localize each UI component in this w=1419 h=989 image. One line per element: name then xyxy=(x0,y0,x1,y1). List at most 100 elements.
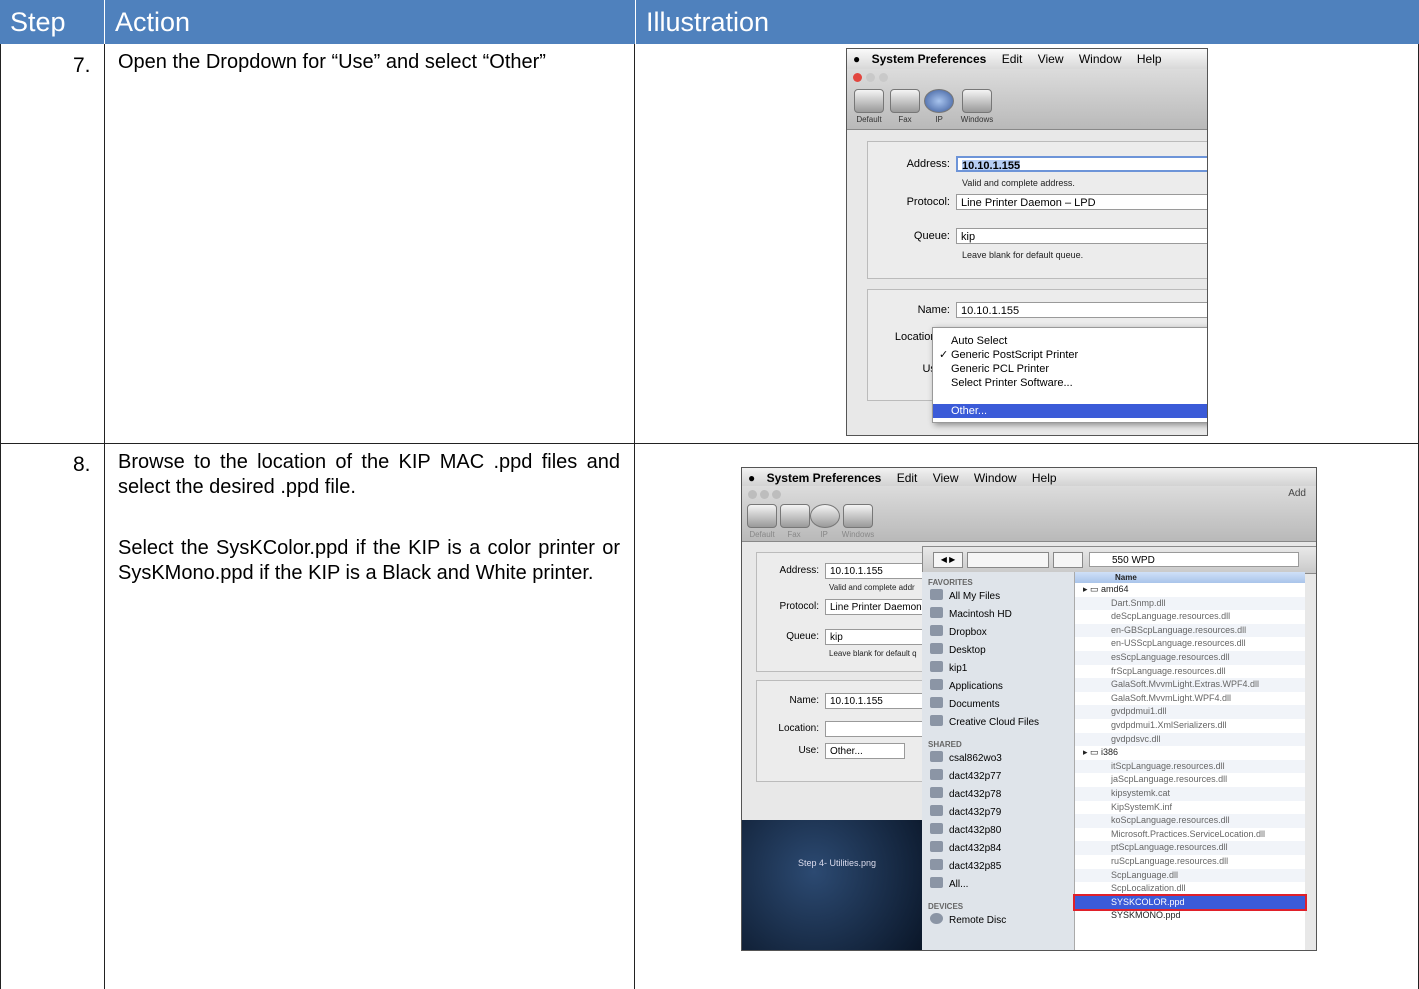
sidebar-shared-item[interactable]: dact432p79 xyxy=(930,804,1001,822)
view-mode-buttons[interactable] xyxy=(967,552,1049,568)
menubar-app-name: System Preferences xyxy=(871,52,987,66)
sidebar-all-my-files[interactable]: All My Files xyxy=(930,588,1000,606)
sidebar-shared-item[interactable]: dact432p77 xyxy=(930,768,1001,786)
header-illustration: Illustration xyxy=(636,0,1419,44)
toolbar-default[interactable]: Default xyxy=(746,504,778,539)
sidebar-label: csal862wo3 xyxy=(949,753,1002,764)
file-list-item[interactable]: koScpLanguage.resources.dll xyxy=(1075,814,1305,828)
file-list-item[interactable]: gvdpdmui1.XmlSerializers.dll xyxy=(1075,719,1305,733)
arrange-button[interactable] xyxy=(1053,552,1083,568)
finder-toolbar: ◀ ▶ 550 WPD xyxy=(922,546,1316,574)
file-list-item[interactable]: ruScpLanguage.resources.dll xyxy=(1075,855,1305,869)
toolbar-windows-label: Windows xyxy=(841,530,875,539)
sidebar-kip1[interactable]: kip1 xyxy=(930,660,967,678)
menu-view[interactable]: View xyxy=(933,471,959,485)
use-dropdown[interactable]: Other... xyxy=(825,743,905,759)
menu-item-generic-postscript[interactable]: ✓ Generic PostScript Printer xyxy=(933,348,1207,362)
file-list-item[interactable]: frScpLanguage.resources.dll xyxy=(1075,665,1305,679)
file-list-item[interactable]: esScpLanguage.resources.dll xyxy=(1075,651,1305,665)
toolbar-default[interactable]: Default xyxy=(851,89,887,124)
window-toolbar-2: Add Default Fax IP Windows xyxy=(742,486,1316,542)
sidebar-shared-all[interactable]: All... xyxy=(930,876,968,894)
sidebar-shared-item[interactable]: dact432p78 xyxy=(930,786,1001,804)
sidebar-shared-item[interactable]: csal862wo3 xyxy=(930,750,1002,768)
toolbar-ip-label: IP xyxy=(820,530,828,539)
file-list-item[interactable]: ▸ ▭ i386 xyxy=(1075,746,1305,760)
zoom-window-button[interactable] xyxy=(772,490,781,499)
toolbar-windows[interactable]: Windows xyxy=(840,504,876,539)
menu-window[interactable]: Window xyxy=(1079,52,1122,66)
file-list-item[interactable]: ScpLanguage.dll xyxy=(1075,868,1305,883)
file-list-item[interactable]: GalaSoft.MvvmLight.WPF4.dll xyxy=(1075,692,1305,706)
file-list-item[interactable]: KipSystemK.inf xyxy=(1075,801,1305,815)
header-step-label: Step xyxy=(10,7,66,37)
close-window-button[interactable] xyxy=(748,490,757,499)
folder-path-dropdown[interactable]: 550 WPD xyxy=(1089,552,1299,567)
file-list-item[interactable]: deScpLanguage.resources.dll xyxy=(1075,610,1305,624)
menu-help[interactable]: Help xyxy=(1032,471,1057,485)
file-list-item[interactable]: Microsoft.Practices.ServiceLocation.dll xyxy=(1075,828,1305,842)
minimize-window-button[interactable] xyxy=(760,490,769,499)
header-action-label: Action xyxy=(115,7,191,37)
toolbar-fax[interactable]: Fax xyxy=(889,89,921,124)
step-number-7: 7. xyxy=(73,54,91,77)
drive-icon xyxy=(930,607,943,618)
sidebar-documents[interactable]: Documents xyxy=(930,696,1000,714)
menu-edit[interactable]: Edit xyxy=(897,471,918,485)
desktop-file-icon[interactable]: Step 4- Utilities.png xyxy=(792,858,882,868)
location-label: Location: xyxy=(778,723,819,734)
file-list-item[interactable]: SYSKMONO.ppd xyxy=(1075,909,1305,923)
applications-icon xyxy=(930,679,943,690)
file-list-item[interactable]: ScpLocalization.dll xyxy=(1075,882,1305,896)
file-list-item[interactable]: itScpLanguage.resources.dll xyxy=(1075,759,1305,774)
file-list-item[interactable]: kipsystemk.cat xyxy=(1075,787,1305,801)
home-icon xyxy=(930,661,943,672)
sidebar-shared-item[interactable]: dact432p84 xyxy=(930,840,1001,858)
file-list-item[interactable]: GalaSoft.MvvmLight.Extras.WPF4.dll xyxy=(1075,678,1305,692)
menu-item-other[interactable]: Other... xyxy=(933,404,1207,418)
sidebar-dropbox[interactable]: Dropbox xyxy=(930,624,987,642)
file-list-item[interactable]: en-USScpLanguage.resources.dll xyxy=(1075,637,1305,651)
window-toolbar: Default Fax IP Windows xyxy=(847,69,1207,130)
menu-window[interactable]: Window xyxy=(974,471,1017,485)
toolbar-windows[interactable]: Windows xyxy=(957,89,997,124)
menu-item-select-printer-software[interactable]: Select Printer Software... xyxy=(933,376,1207,390)
file-list-item[interactable]: gvdpdmui1.dll xyxy=(1075,705,1305,719)
queue-field[interactable]: kip xyxy=(956,228,1207,244)
toolbar-fax[interactable]: Fax xyxy=(780,504,810,539)
menu-help[interactable]: Help xyxy=(1137,52,1162,66)
toolbar-ip[interactable]: IP xyxy=(810,504,840,539)
file-list-item[interactable]: gvdpdsvc.dll xyxy=(1075,732,1305,747)
sidebar-creative-cloud[interactable]: Creative Cloud Files xyxy=(930,714,1039,732)
name-column-header[interactable]: Name xyxy=(1075,572,1305,583)
toolbar-ip[interactable]: IP xyxy=(923,89,955,124)
file-list-item[interactable]: SYSKCOLOR.ppd xyxy=(1073,893,1307,912)
address-hint: Valid and complete address. xyxy=(962,178,1075,188)
file-list-item[interactable]: en-GBScpLanguage.resources.dll xyxy=(1075,623,1305,638)
file-list-item[interactable]: jaScpLanguage.resources.dll xyxy=(1075,773,1305,787)
back-forward-buttons[interactable]: ◀ ▶ xyxy=(933,552,963,568)
sidebar-remote-disc[interactable]: Remote Disc xyxy=(930,912,1006,930)
file-list-item[interactable]: ptScpLanguage.resources.dll xyxy=(1075,841,1305,855)
menu-view[interactable]: View xyxy=(1038,52,1064,66)
sidebar-shared-item[interactable]: dact432p80 xyxy=(930,822,1001,840)
desktop-icon xyxy=(930,643,943,654)
menu-edit[interactable]: Edit xyxy=(1002,52,1023,66)
protocol-dropdown[interactable]: Line Printer Daemon – LPD xyxy=(956,194,1207,210)
name-field[interactable]: 10.10.1.155 xyxy=(956,302,1207,318)
menu-item-generic-pcl[interactable]: Generic PCL Printer xyxy=(933,362,1207,376)
close-window-button[interactable] xyxy=(853,73,862,82)
protocol-label: Protocol: xyxy=(779,601,819,612)
toolbar-ip-label: IP xyxy=(935,115,943,124)
minimize-window-button[interactable] xyxy=(866,73,875,82)
sidebar-applications[interactable]: Applications xyxy=(930,678,1003,696)
sidebar-shared-item[interactable]: dact432p85 xyxy=(930,858,1001,876)
zoom-window-button[interactable] xyxy=(879,73,888,82)
menu-item-auto-select[interactable]: Auto Select xyxy=(933,334,1207,348)
address-field[interactable]: 10.10.1.155 xyxy=(956,156,1207,172)
sidebar-desktop[interactable]: Desktop xyxy=(930,642,986,660)
sidebar-label: Remote Disc xyxy=(949,915,1007,926)
file-list-item[interactable]: ▸ ▭ amd64 xyxy=(1075,583,1305,597)
sidebar-macintosh-hd[interactable]: Macintosh HD xyxy=(930,606,1012,624)
file-list-item[interactable]: Dart.Snmp.dll xyxy=(1075,596,1305,611)
